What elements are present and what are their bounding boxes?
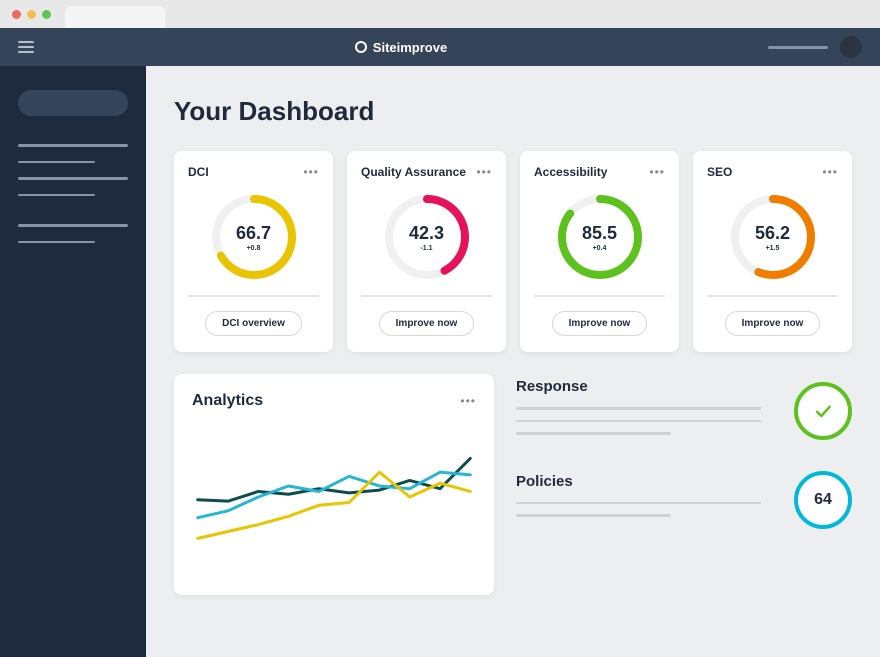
brand-text: Siteimprove (373, 40, 447, 55)
chart-series-line (198, 458, 471, 501)
window-minimize-icon[interactable] (27, 10, 36, 19)
placeholder-line (516, 420, 761, 423)
score-value: 56.2 (755, 223, 790, 244)
progress-line (534, 295, 665, 297)
policies-title: Policies (516, 473, 774, 490)
response-title: Response (516, 378, 774, 395)
sidebar (0, 66, 146, 657)
browser-tab[interactable] (65, 6, 165, 28)
sidebar-item[interactable] (18, 177, 128, 180)
app-header: Siteimprove (0, 28, 880, 66)
score-value: 85.5 (582, 223, 617, 244)
sidebar-active-item[interactable] (18, 90, 128, 116)
score-delta: -1.1 (420, 245, 432, 252)
page-title: Your Dashboard (174, 96, 852, 127)
score-gauge: 66.7 +0.8 (206, 189, 302, 285)
score-delta: +0.8 (247, 245, 261, 252)
score-card: Accessibility ••• 85.5 +0.4 Improve now (520, 151, 679, 352)
sidebar-item[interactable] (18, 241, 95, 244)
analytics-chart (192, 422, 476, 572)
policies-value: 64 (814, 491, 832, 509)
placeholder-line (516, 407, 761, 410)
card-action-button[interactable]: DCI overview (205, 311, 302, 336)
score-card: Quality Assurance ••• 42.3 -1.1 Improve … (347, 151, 506, 352)
avatar[interactable] (840, 36, 862, 58)
sidebar-item[interactable] (18, 194, 95, 197)
more-icon[interactable]: ••• (303, 165, 319, 179)
brand-mark-icon (355, 41, 367, 53)
response-section: Response (516, 378, 852, 445)
sidebar-item[interactable] (18, 161, 95, 164)
score-value: 66.7 (236, 223, 271, 244)
chart-series-line (198, 472, 471, 518)
header-slider[interactable] (768, 46, 828, 49)
policies-value-ring: 64 (794, 471, 852, 529)
menu-icon[interactable] (18, 41, 34, 53)
brand-logo[interactable]: Siteimprove (355, 40, 447, 55)
more-icon[interactable]: ••• (822, 165, 838, 179)
window-close-icon[interactable] (12, 10, 21, 19)
card-action-button[interactable]: Improve now (725, 311, 821, 336)
progress-line (707, 295, 838, 297)
score-card: SEO ••• 56.2 +1.5 Improve now (693, 151, 852, 352)
card-title: DCI (188, 165, 209, 179)
analytics-card: Analytics ••• (174, 374, 494, 595)
header-right (768, 36, 862, 58)
window-maximize-icon[interactable] (42, 10, 51, 19)
main-content: Your Dashboard DCI ••• 66.7 +0.8 DCI ove… (146, 66, 880, 657)
more-icon[interactable]: ••• (476, 165, 492, 179)
score-gauge: 42.3 -1.1 (379, 189, 475, 285)
more-icon[interactable]: ••• (460, 394, 476, 408)
response-status-ring (794, 382, 852, 440)
browser-chrome (0, 0, 880, 28)
score-gauge: 56.2 +1.5 (725, 189, 821, 285)
score-card: DCI ••• 66.7 +0.8 DCI overview (174, 151, 333, 352)
score-delta: +0.4 (593, 245, 607, 252)
score-cards-row: DCI ••• 66.7 +0.8 DCI overview Quality A… (174, 151, 852, 352)
policies-section: Policies 64 (516, 471, 852, 529)
analytics-title: Analytics (192, 392, 263, 410)
progress-line (361, 295, 492, 297)
placeholder-line (516, 432, 671, 435)
card-title: Accessibility (534, 165, 607, 179)
card-title: Quality Assurance (361, 165, 466, 179)
placeholder-line (516, 514, 671, 517)
sidebar-item[interactable] (18, 224, 128, 227)
score-value: 42.3 (409, 223, 444, 244)
card-action-button[interactable]: Improve now (379, 311, 475, 336)
card-title: SEO (707, 165, 732, 179)
check-icon (813, 401, 833, 421)
score-gauge: 85.5 +0.4 (552, 189, 648, 285)
score-delta: +1.5 (766, 245, 780, 252)
sidebar-item[interactable] (18, 144, 128, 147)
card-action-button[interactable]: Improve now (552, 311, 648, 336)
progress-line (188, 295, 319, 297)
more-icon[interactable]: ••• (649, 165, 665, 179)
placeholder-line (516, 502, 761, 505)
